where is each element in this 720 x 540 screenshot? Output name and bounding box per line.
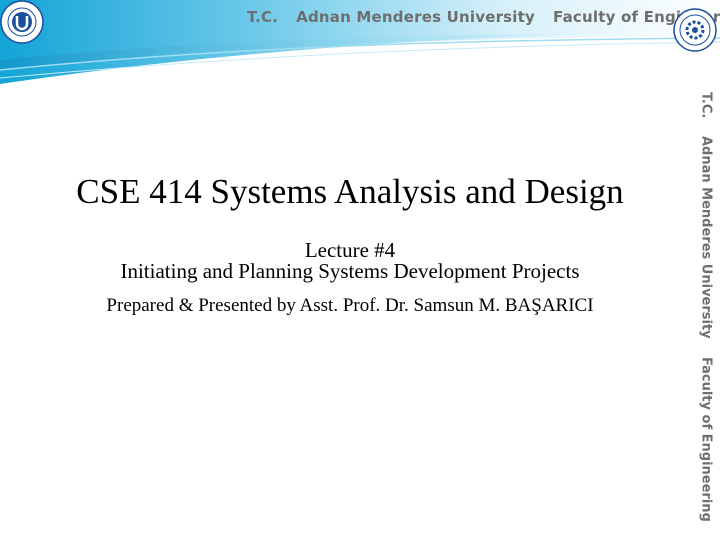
header-university: Adnan Menderes University [296, 8, 535, 26]
presenter-line: Prepared & Presented by Asst. Prof. Dr. … [106, 295, 594, 316]
header-banner-title: T.C. Adnan Menderes University Faculty o… [247, 6, 720, 28]
side-faculty: Faculty of Engineering [698, 356, 714, 522]
header-institution: T.C. [247, 8, 279, 26]
course-title: CSE 414 Systems Analysis and Design [76, 172, 624, 211]
presentation-slide: T.C. Adnan Menderes University Faculty o… [0, 0, 720, 540]
side-institution: T.C. [698, 92, 714, 119]
lecture-subtitle: Initiating and Planning Systems Developm… [120, 259, 580, 283]
side-banner-title: T.C. Adnan Menderes University Faculty o… [697, 92, 715, 522]
university-seal-icon [0, 0, 44, 44]
engineering-faculty-seal-icon [673, 8, 717, 52]
side-university: Adnan Menderes University [698, 136, 714, 339]
